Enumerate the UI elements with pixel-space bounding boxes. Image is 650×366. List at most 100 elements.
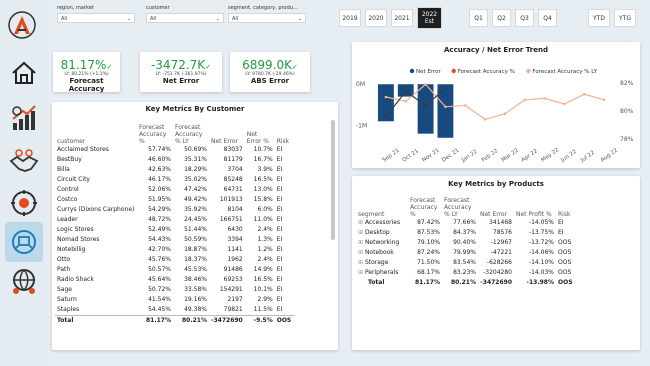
- customer-row[interactable]: Radio Shack 45.64% 38.46% 69253 16.5% EI: [55, 275, 295, 285]
- table-cell: 166751: [219, 216, 243, 223]
- col-net-profit[interactable]: Net Profit %: [514, 197, 556, 218]
- x-tick-label: Dec 21: [441, 148, 460, 164]
- kpi-net-error-value: -3472.7K✓: [150, 58, 212, 72]
- customer-row[interactable]: Circuit City 46.17% 35.02% 85248 16.5% EI: [55, 175, 295, 185]
- nav-executive-button[interactable]: [5, 262, 43, 302]
- nav-marketing-button[interactable]: [5, 183, 43, 223]
- quarter-q3-button[interactable]: Q3: [515, 9, 534, 27]
- product-row[interactable]: ⊞ Peripherals 68.17% 83.23% -3204280 -14.03%…: [356, 268, 578, 278]
- product-row[interactable]: ⊞ Accessories 87.42% 77.66% 341468 -14.05% EI: [356, 218, 578, 228]
- y-right-tick-label: 78%: [620, 136, 634, 143]
- quarter-q2-button[interactable]: Q2: [492, 9, 511, 27]
- nav-sales-button[interactable]: [5, 142, 43, 182]
- col-risk[interactable]: Risk: [275, 119, 295, 145]
- table-cell: 87.53%: [417, 229, 440, 236]
- table-cell: 154291: [219, 286, 243, 293]
- customer-row[interactable]: Sage 50.72% 33.58% 154291 10.1% EI: [55, 285, 295, 295]
- customer-row[interactable]: Control 52.06% 47.42% 64731 13.0% EI: [55, 185, 295, 195]
- col-forecast-accuracy-ly[interactable]: Forecast Accuracy % LY: [442, 197, 478, 218]
- customer-row[interactable]: BestBuy 46.60% 35.31% 81179 16.7% EI: [55, 155, 295, 165]
- year-2021-button[interactable]: 2021: [391, 9, 413, 27]
- table-cell: 18.87%: [184, 246, 207, 253]
- customer-row[interactable]: Leader 48.72% 24.45% 166751 11.0% EI: [55, 215, 295, 225]
- quarter-q1-button[interactable]: Q1: [469, 9, 488, 27]
- filter-segment-dropdown[interactable]: All ⌄: [228, 13, 306, 23]
- forecast-accuracy-ly-point: [563, 102, 566, 106]
- total-cell: OOS: [274, 315, 295, 326]
- customer-row[interactable]: Path 50.57% 45.53% 91486 14.9% EI: [55, 265, 295, 275]
- table-cell: 38.46%: [184, 276, 207, 283]
- product-row[interactable]: ⊞ Networking 79.10% 90.40% -12967 -13.72% OOS: [356, 238, 578, 248]
- expand-icon[interactable]: ⊞: [358, 239, 365, 246]
- x-tick-label: Feb 22: [481, 148, 500, 164]
- table-cell: OOS: [558, 249, 572, 256]
- col-net-error[interactable]: Net Error: [478, 197, 514, 218]
- ytg-button[interactable]: YTG: [614, 9, 636, 27]
- expand-icon[interactable]: ⊞: [358, 219, 365, 226]
- year-2020-button[interactable]: 2020: [365, 9, 387, 27]
- col-forecast-accuracy[interactable]: Forecast Accuracy %: [137, 119, 173, 145]
- table-cell: EI: [276, 146, 283, 153]
- expand-icon[interactable]: ⊞: [358, 229, 365, 236]
- table-cell: 90.40%: [453, 239, 476, 246]
- col-forecast-accuracy-ly[interactable]: Forecast Accuracy % LY: [173, 119, 209, 145]
- col-net-error-pct[interactable]: Net Error %: [245, 119, 275, 145]
- year-2019-button[interactable]: 2019: [339, 9, 361, 27]
- product-row[interactable]: ⊞ Notebook 87.24% 79.99% -47221 -14.06% OOS: [356, 248, 578, 258]
- customer-row[interactable]: Saturn 41.54% 19.16% 2197 2.9% EI: [55, 295, 295, 305]
- forecast-accuracy-ly-point: [444, 105, 447, 109]
- col-forecast-accuracy[interactable]: Forecast Accuracy %: [408, 197, 442, 218]
- forecast-accuracy-point: [404, 90, 408, 93]
- customer-row[interactable]: Costco 51.95% 49.42% 101913 15.8% EI: [55, 195, 295, 205]
- year-2022-button[interactable]: 2022 Est: [417, 7, 442, 29]
- handshake-icon: [9, 149, 39, 172]
- product-row[interactable]: ⊞ Desktop 87.53% 84.37% 78576 -13.75% EI: [356, 228, 578, 238]
- table-cell: EI: [558, 219, 564, 226]
- legend-label: Forecast Accuracy % LY: [532, 69, 597, 75]
- nav-finance-button[interactable]: [5, 98, 43, 138]
- customer-table-scrollbar[interactable]: [331, 120, 335, 240]
- col-risk[interactable]: Risk: [556, 197, 578, 218]
- expand-icon[interactable]: ⊞: [358, 269, 365, 276]
- quarter-q4-button[interactable]: Q4: [538, 9, 557, 27]
- filter-customer-dropdown[interactable]: All ⌄: [146, 13, 224, 23]
- expand-icon[interactable]: ⊞: [358, 259, 365, 266]
- nav-supply-chain-button[interactable]: [5, 222, 43, 262]
- customer-row[interactable]: Logic Stores 52.49% 51.44% 6430 2.4% EI: [55, 225, 295, 235]
- table-cell: 11.0%: [253, 216, 273, 223]
- forecast-accuracy-ly-point: [602, 98, 606, 102]
- forecast-accuracy-point: [444, 87, 447, 90]
- x-tick-label: Jan 22: [460, 149, 478, 164]
- globe-gear-icon: [11, 190, 37, 216]
- expand-icon[interactable]: ⊞: [358, 249, 365, 256]
- table-cell: OOS: [558, 239, 572, 246]
- customer-row[interactable]: Staples 54.45% 49.38% 79821 11.5% EI: [55, 305, 295, 316]
- filter-region-dropdown[interactable]: All ⌄: [57, 13, 135, 23]
- x-tick-label: May 22: [540, 147, 560, 163]
- table-cell: 16.5%: [253, 276, 273, 283]
- total-cell: -3472690: [209, 315, 245, 326]
- nav-home-button[interactable]: [5, 53, 43, 93]
- col-net-error[interactable]: Net Error: [209, 119, 245, 145]
- customer-row[interactable]: Acclaimed Stores 57.74% 50.69% 83037 10.7% EI: [55, 145, 295, 155]
- finance-growth-icon: [12, 105, 36, 130]
- y-right-tick-label: 80%: [620, 108, 634, 115]
- table-cell: 18.37%: [184, 256, 207, 263]
- col-segment[interactable]: segment: [356, 197, 408, 218]
- ytd-button[interactable]: YTD: [588, 9, 610, 27]
- customer-row[interactable]: Billa 42.63% 18.29% 3704 3.9% EI: [55, 165, 295, 175]
- customer-row[interactable]: Currys (Dixons Carphone) 54.29% 35.92% 8104…: [55, 205, 295, 215]
- home-icon: [12, 61, 36, 84]
- filter-segment-value: All: [232, 16, 239, 22]
- table-cell: EI: [276, 286, 283, 293]
- table-cell: EI: [276, 206, 283, 213]
- product-row[interactable]: ⊞ Storage 71.50% 83.54% -628266 -14.10% OOS: [356, 258, 578, 268]
- customer-row[interactable]: Otto 45.76% 18.37% 1962 2.4% EI: [55, 255, 295, 265]
- customer-name-cell: Sage: [57, 286, 72, 293]
- customer-row[interactable]: Nomad Stores 54.43% 50.59% 3394 1.3% EI: [55, 235, 295, 245]
- product-metrics-table: segment Forecast Accuracy % Forecast Acc…: [356, 197, 578, 288]
- table-cell: -3204280: [483, 269, 512, 276]
- kpi-abs-error-card: 6899.0K✓ LY: 9780.7K (-29.46%) ABS Error: [230, 52, 310, 92]
- col-customer[interactable]: customer: [55, 119, 137, 145]
- customer-row[interactable]: Notebillig 42.70% 18.87% 1141 1.2% EI: [55, 245, 295, 255]
